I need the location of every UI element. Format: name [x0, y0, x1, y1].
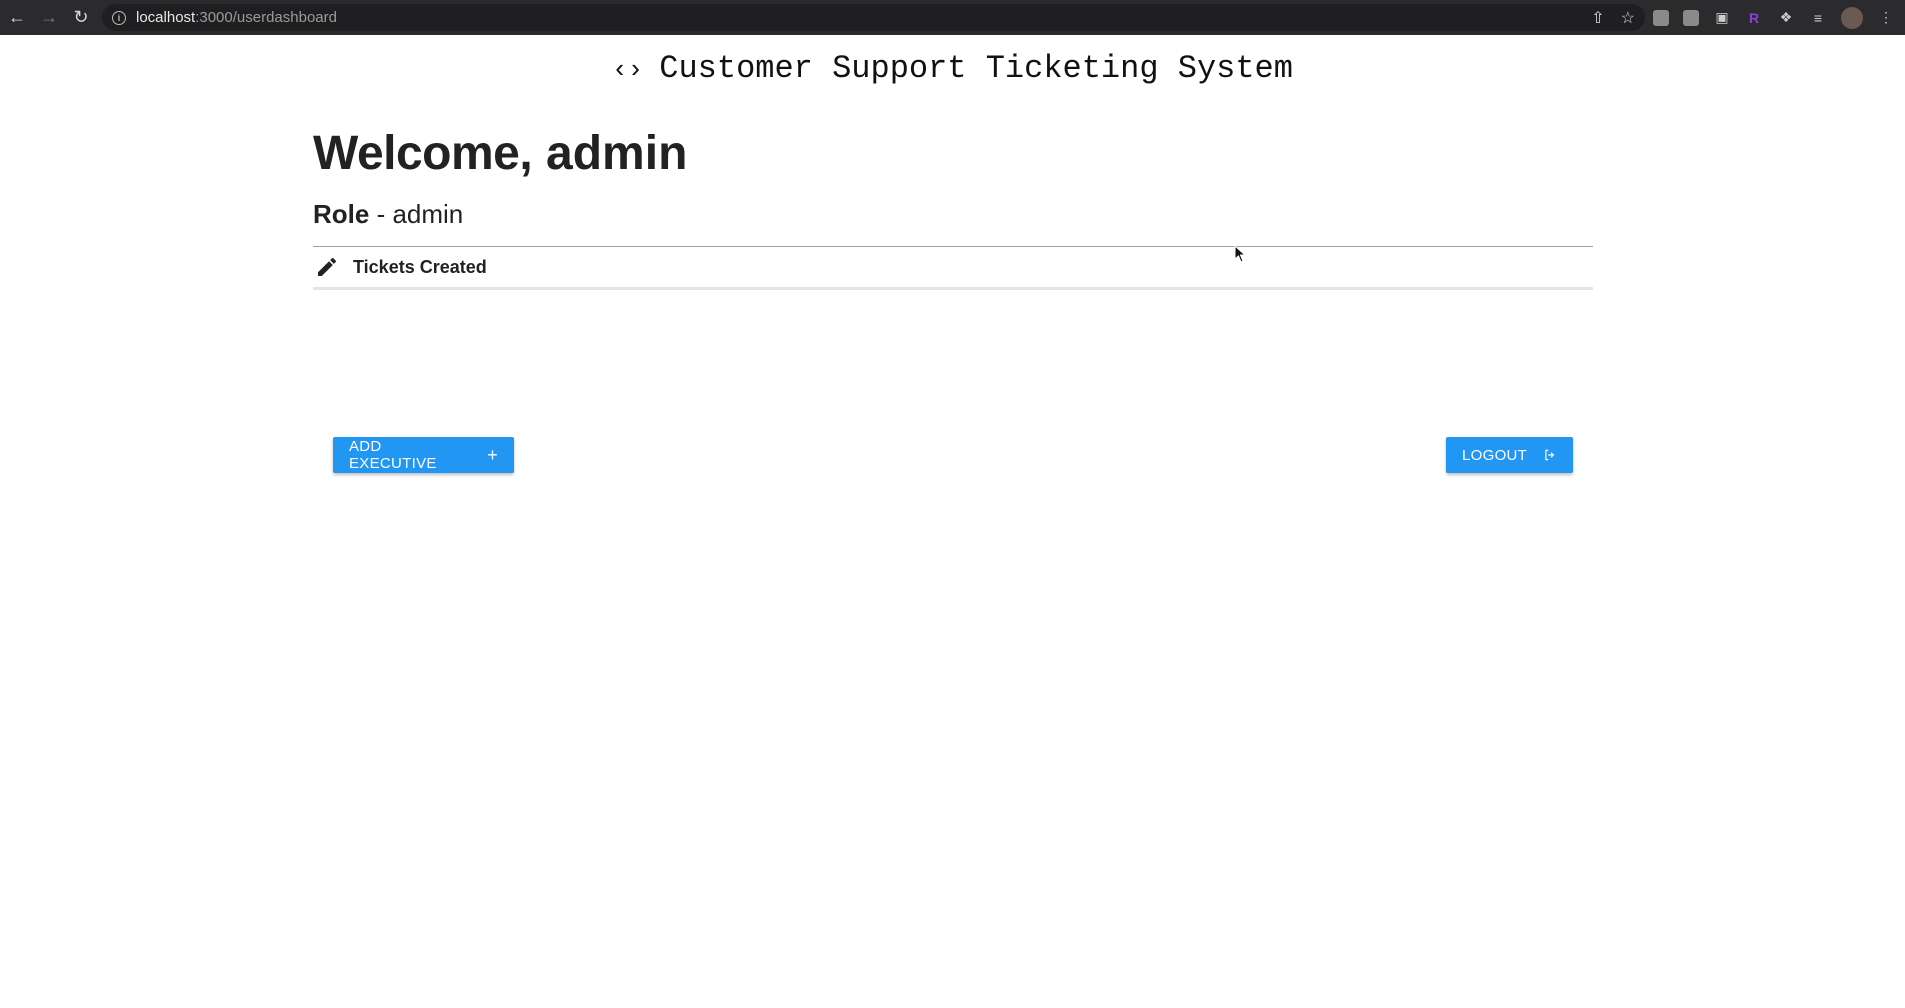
role-value: - admin [369, 199, 464, 229]
extension-icon[interactable]: ▣ [1713, 9, 1731, 27]
forward-arrow-icon[interactable]: → [34, 3, 64, 33]
extensions-bar: ▣ R ❖ ≡ ⋮ [1653, 4, 1905, 31]
share-icon[interactable]: ⇧ [1591, 8, 1604, 28]
welcome-heading: Welcome, admin [313, 120, 1593, 188]
reading-list-icon[interactable]: ≡ [1809, 9, 1827, 27]
pencil-icon [318, 257, 337, 276]
url-path: :3000/userdashboard [195, 9, 337, 26]
site-info-icon[interactable]: i [112, 10, 126, 25]
menu-kebab-icon[interactable]: ⋮ [1877, 9, 1895, 27]
plus-icon: + [487, 444, 498, 465]
browser-toolbar: ← → ↻ i localhost:3000/userdashboard ⇧ ☆… [0, 0, 1905, 35]
reload-icon[interactable]: ↻ [66, 3, 96, 33]
mouse-cursor-icon [1234, 245, 1246, 263]
welcome-greeting: Welcome [313, 127, 520, 180]
back-arrow-icon[interactable]: ← [2, 3, 32, 33]
address-bar[interactable]: i localhost:3000/userdashboard ⇧ ☆ [102, 4, 1645, 31]
bookmark-star-icon[interactable]: ☆ [1621, 8, 1635, 28]
extension-r-icon[interactable]: R [1745, 9, 1763, 27]
logout-button[interactable]: LOGOUT [1446, 437, 1573, 473]
dashboard-content: Welcome, admin Role - admin Tickets Crea… [313, 120, 1593, 290]
extension-icon[interactable] [1683, 9, 1699, 26]
role-line: Role - admin [313, 196, 1593, 232]
tickets-created-header[interactable]: Tickets Created [313, 247, 1593, 290]
tickets-created-label: Tickets Created [353, 256, 487, 277]
code-icon: ‹› [612, 55, 644, 85]
logout-label: LOGOUT [1462, 446, 1528, 464]
add-executive-label: ADD EXECUTIVE [349, 438, 437, 472]
puzzle-icon[interactable]: ❖ [1777, 9, 1795, 27]
app-title: ‹› Customer Support Ticketing System [0, 50, 1905, 87]
role-label: Role [313, 199, 370, 229]
app-title-text: Customer Support Ticketing System [659, 50, 1293, 87]
add-executive-button[interactable]: ADD EXECUTIVE + [333, 437, 514, 473]
url-text[interactable]: localhost:3000/userdashboard [136, 9, 337, 26]
url-host: localhost [136, 9, 196, 26]
profile-avatar[interactable] [1841, 6, 1863, 29]
logout-icon [1545, 449, 1555, 461]
welcome-username: , admin [519, 127, 688, 180]
extension-icon[interactable] [1653, 9, 1669, 26]
